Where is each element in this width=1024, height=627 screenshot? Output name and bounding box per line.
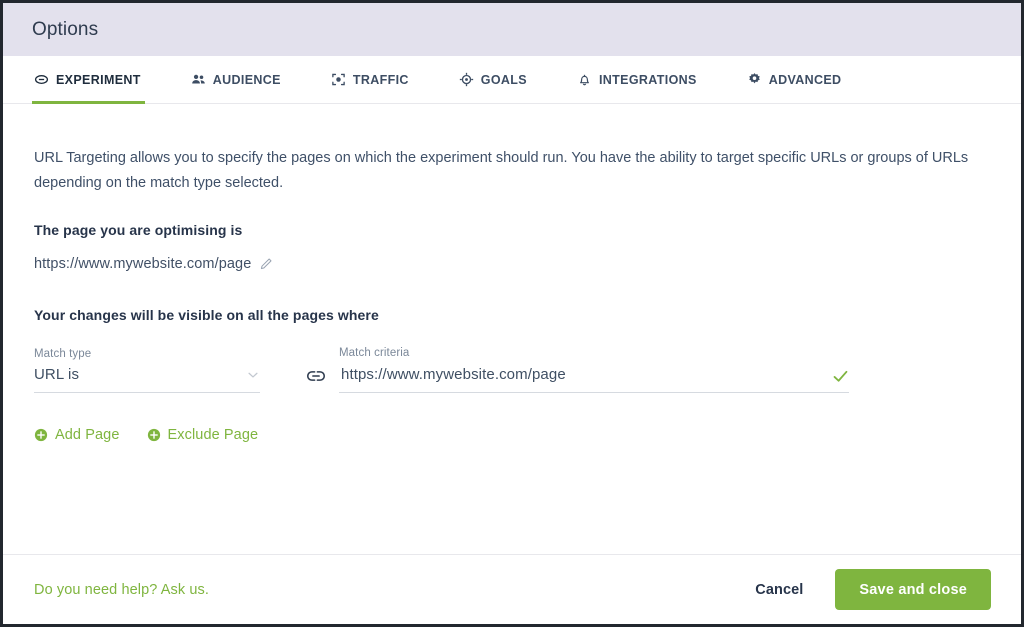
- match-type-value: URL is: [34, 366, 80, 383]
- page-optimising-heading: The page you are optimising is: [34, 222, 243, 238]
- link-icon: [34, 72, 49, 87]
- tab-experiment-label: EXPERIMENT: [56, 72, 141, 87]
- tab-goals[interactable]: GOALS: [455, 56, 547, 103]
- plus-circle-icon: [34, 428, 48, 442]
- match-criteria-group: Match criteria: [305, 347, 849, 393]
- targeting-rule-row: Match type URL is Match criteria https:/…: [34, 347, 991, 393]
- cancel-button[interactable]: Cancel: [751, 576, 807, 604]
- experiment-panel: URL Targeting allows you to specify the …: [3, 104, 1021, 554]
- plus-circle-icon: [147, 428, 161, 442]
- add-page-label: Add Page: [55, 427, 120, 443]
- match-criteria-input[interactable]: [339, 365, 822, 392]
- gear-icon: [747, 72, 762, 87]
- tab-integrations-label: INTEGRATIONS: [598, 72, 697, 87]
- tab-experiment[interactable]: EXPERIMENT: [32, 56, 161, 104]
- page-url-value: https://www.mywebsite.com/page: [34, 256, 252, 272]
- match-criteria-input-wrap: [339, 365, 849, 393]
- tab-advanced[interactable]: ADVANCED: [743, 56, 862, 103]
- tab-traffic[interactable]: TRAFFIC: [327, 56, 429, 103]
- target-icon: [459, 72, 474, 87]
- match-criteria-label: Match criteria: [339, 347, 410, 359]
- dialog-titlebar: Options: [3, 3, 1021, 56]
- checkmark-icon: [832, 368, 849, 385]
- page-url-row: https://www.mywebsite.com/page: [34, 256, 991, 272]
- tab-integrations[interactable]: INTEGRATIONS: [573, 56, 717, 103]
- tab-audience[interactable]: AUDIENCE: [187, 56, 301, 103]
- tab-traffic-label: TRAFFIC: [352, 72, 409, 87]
- tab-advanced-label: ADVANCED: [768, 72, 842, 87]
- match-type-select[interactable]: URL is: [34, 366, 260, 393]
- save-and-close-button[interactable]: Save and close: [835, 569, 991, 610]
- people-icon: [191, 72, 206, 87]
- dialog-footer: Do you need help? Ask us. Cancel Save an…: [3, 554, 1021, 624]
- crosshair-icon: [331, 72, 346, 87]
- bell-icon: [577, 72, 592, 87]
- add-page-button[interactable]: Add Page: [34, 427, 120, 443]
- tab-audience-label: AUDIENCE: [212, 72, 281, 87]
- changes-visible-heading: Your changes will be visible on all the …: [34, 307, 379, 323]
- page-actions-row: Add Page Exclude Page: [34, 427, 991, 443]
- help-link[interactable]: Do you need help? Ask us.: [34, 582, 209, 598]
- match-type-field: Match type URL is: [34, 348, 260, 393]
- chevron-down-icon: [246, 368, 260, 382]
- exclude-page-label: Exclude Page: [167, 427, 259, 443]
- page-title: Options: [32, 18, 99, 40]
- footer-actions: Cancel Save and close: [751, 569, 991, 610]
- exclude-page-button[interactable]: Exclude Page: [147, 427, 259, 443]
- tab-bar: EXPERIMENT AUDIENCE TRAFFIC GOALS INTEGR…: [3, 56, 1021, 104]
- chain-link-icon: [305, 365, 327, 387]
- tab-goals-label: GOALS: [480, 72, 527, 87]
- match-type-label: Match type: [34, 348, 92, 360]
- match-criteria-field: Match criteria: [339, 347, 849, 393]
- options-dialog: Options EXPERIMENT AUDIENCE TRAFFIC GOAL…: [0, 0, 1024, 627]
- intro-text: URL Targeting allows you to specify the …: [34, 150, 969, 191]
- pencil-icon[interactable]: [259, 257, 273, 271]
